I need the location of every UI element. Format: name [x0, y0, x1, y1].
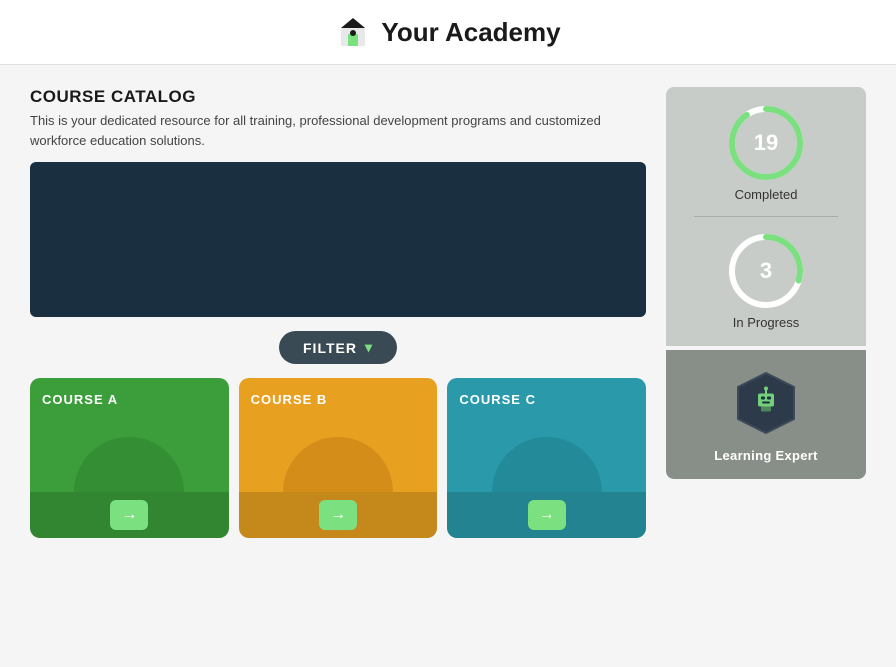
- course-card-c: COURSE C →: [447, 378, 646, 538]
- in-progress-stat: 3 In Progress: [726, 231, 806, 330]
- course-a-arrow-button[interactable]: →: [110, 500, 148, 530]
- arc-shape-a: [74, 437, 184, 492]
- completed-number: 19: [754, 130, 778, 156]
- arrow-right-icon: →: [539, 506, 555, 524]
- chevron-down-icon: ▾: [365, 339, 373, 356]
- learning-expert-box: Learning Expert: [666, 350, 866, 479]
- header-title: Your Academy: [381, 17, 560, 48]
- course-b-footer: →: [239, 492, 438, 538]
- filter-button[interactable]: FILTER ▾: [279, 331, 397, 364]
- course-c-footer: →: [447, 492, 646, 538]
- learning-expert-badge: [731, 368, 801, 438]
- course-a-label: COURSE A: [30, 378, 229, 407]
- course-c-label: COURSE C: [447, 378, 646, 407]
- section-header: COURSE CATALOG This is your dedicated re…: [30, 87, 646, 150]
- course-b-label: COURSE B: [239, 378, 438, 407]
- arrow-right-icon: →: [121, 506, 137, 524]
- filter-label: FILTER: [303, 340, 357, 356]
- course-a-footer: →: [30, 492, 229, 538]
- stats-divider: [694, 216, 838, 217]
- arc-shape-c: [492, 437, 602, 492]
- arrow-right-icon: →: [330, 506, 346, 524]
- completed-label: Completed: [735, 187, 798, 202]
- filter-row: FILTER ▾: [30, 331, 646, 364]
- academy-icon: [335, 14, 371, 50]
- completed-stat: 19 Completed: [726, 103, 806, 202]
- stats-box: 19 Completed 3 In Progress: [666, 87, 866, 346]
- course-card-b: COURSE B →: [239, 378, 438, 538]
- in-progress-number: 3: [760, 258, 772, 284]
- arc-shape-b: [283, 437, 393, 492]
- in-progress-circle: 3: [726, 231, 806, 311]
- section-desc: This is your dedicated resource for all …: [30, 111, 646, 150]
- in-progress-label: In Progress: [733, 315, 799, 330]
- course-c-arc: [447, 407, 646, 492]
- left-panel: COURSE CATALOG This is your dedicated re…: [30, 87, 646, 651]
- learning-expert-label: Learning Expert: [714, 448, 817, 463]
- course-cards: COURSE A → COURSE B: [30, 378, 646, 538]
- main-content: COURSE CATALOG This is your dedicated re…: [0, 65, 896, 667]
- section-title: COURSE CATALOG: [30, 87, 646, 107]
- course-a-arc: [30, 407, 229, 492]
- header: Your Academy: [0, 0, 896, 65]
- right-panel: 19 Completed 3 In Progress: [666, 87, 866, 651]
- page-wrapper: Your Academy COURSE CATALOG This is your…: [0, 0, 896, 667]
- completed-circle: 19: [726, 103, 806, 183]
- course-b-arrow-button[interactable]: →: [319, 500, 357, 530]
- course-b-arc: [239, 407, 438, 492]
- banner-area: [30, 162, 646, 317]
- course-card-a: COURSE A →: [30, 378, 229, 538]
- course-c-arrow-button[interactable]: →: [528, 500, 566, 530]
- robot-icon: [751, 385, 781, 422]
